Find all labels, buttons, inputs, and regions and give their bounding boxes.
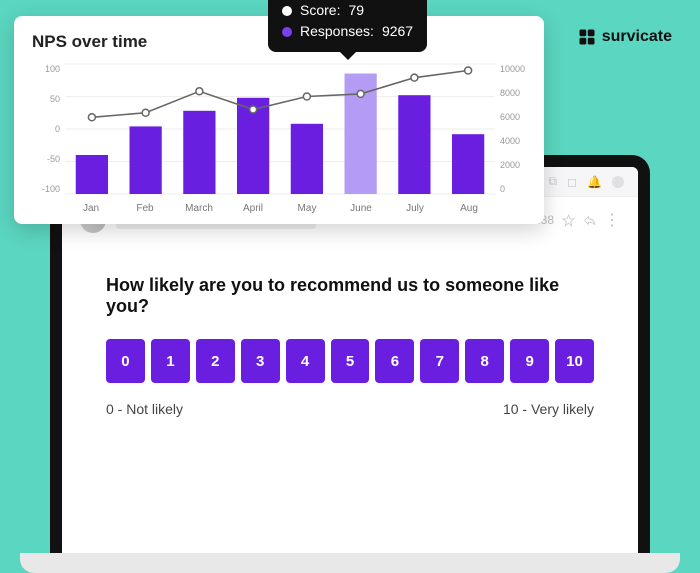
nps-scale: 012345678910 bbox=[106, 339, 594, 383]
line-point[interactable] bbox=[196, 88, 203, 95]
nps-option-5[interactable]: 5 bbox=[331, 339, 370, 383]
line-point[interactable] bbox=[303, 93, 310, 100]
nps-option-7[interactable]: 7 bbox=[420, 339, 459, 383]
y-left-tick: 0 bbox=[34, 124, 60, 134]
score-dot-icon bbox=[282, 6, 292, 16]
chart-tooltip: Score: 79 Responses: 9267 bbox=[268, 0, 427, 52]
tooltip-responses-label: Responses: bbox=[300, 21, 374, 42]
x-tick: July bbox=[388, 203, 442, 214]
tooltip-score-value: 79 bbox=[348, 0, 364, 21]
y-left-tick: -100 bbox=[34, 184, 60, 194]
y-left-tick: 100 bbox=[34, 64, 60, 74]
toolbar-icon: ◻ bbox=[567, 175, 577, 189]
responses-dot-icon bbox=[282, 27, 292, 37]
bar[interactable] bbox=[130, 126, 162, 194]
anchor-high: 10 - Very likely bbox=[503, 401, 594, 417]
nps-option-4[interactable]: 4 bbox=[286, 339, 325, 383]
line-point[interactable] bbox=[142, 109, 149, 116]
tooltip-responses-value: 9267 bbox=[382, 21, 413, 42]
line-point[interactable] bbox=[88, 114, 95, 121]
brand-logo: survicate bbox=[578, 28, 672, 46]
line-point[interactable] bbox=[465, 67, 472, 74]
reply-icon[interactable] bbox=[583, 214, 596, 227]
bar[interactable] bbox=[452, 134, 484, 194]
x-tick: Jan bbox=[64, 203, 118, 214]
nps-option-9[interactable]: 9 bbox=[510, 339, 549, 383]
chart-area: 100500-50-100 1000080006000400020000 Jan… bbox=[64, 64, 496, 214]
x-tick: April bbox=[226, 203, 280, 214]
x-tick: June bbox=[334, 203, 388, 214]
nps-option-6[interactable]: 6 bbox=[375, 339, 414, 383]
survicate-logo-icon bbox=[578, 28, 596, 46]
y-left-tick: -50 bbox=[34, 154, 60, 164]
nps-survey: How likely are you to recommend us to so… bbox=[62, 239, 638, 417]
nps-option-3[interactable]: 3 bbox=[241, 339, 280, 383]
x-tick: Aug bbox=[442, 203, 496, 214]
line-point[interactable] bbox=[250, 106, 257, 113]
x-tick: March bbox=[172, 203, 226, 214]
x-tick: Feb bbox=[118, 203, 172, 214]
nps-option-1[interactable]: 1 bbox=[151, 339, 190, 383]
line-point[interactable] bbox=[357, 90, 364, 97]
line-point[interactable] bbox=[411, 74, 418, 81]
nps-option-0[interactable]: 0 bbox=[106, 339, 145, 383]
bar[interactable] bbox=[291, 124, 323, 194]
y-right-tick: 8000 bbox=[500, 88, 530, 98]
bar[interactable] bbox=[183, 111, 215, 194]
y-right-tick: 0 bbox=[500, 184, 530, 194]
bar[interactable] bbox=[76, 155, 108, 194]
nps-option-10[interactable]: 10 bbox=[555, 339, 594, 383]
nps-option-2[interactable]: 2 bbox=[196, 339, 235, 383]
bell-icon: 🔔 bbox=[587, 175, 602, 189]
y-right-tick: 4000 bbox=[500, 136, 530, 146]
y-right-tick: 6000 bbox=[500, 112, 530, 122]
anchor-low: 0 - Not likely bbox=[106, 401, 183, 417]
chart-svg bbox=[64, 64, 496, 214]
more-icon[interactable]: ⋮ bbox=[604, 210, 620, 230]
star-icon[interactable] bbox=[562, 214, 575, 227]
x-tick: May bbox=[280, 203, 334, 214]
laptop-base bbox=[20, 553, 680, 573]
survey-question: How likely are you to recommend us to so… bbox=[106, 275, 594, 317]
brand-name: survicate bbox=[602, 28, 672, 46]
account-avatar-icon bbox=[612, 176, 624, 188]
y-left-tick: 50 bbox=[34, 94, 60, 104]
nps-option-8[interactable]: 8 bbox=[465, 339, 504, 383]
bar[interactable] bbox=[398, 95, 430, 194]
toolbar-icon: ⧉ bbox=[549, 174, 558, 189]
y-right-tick: 2000 bbox=[500, 160, 530, 170]
y-right-tick: 10000 bbox=[500, 64, 530, 74]
tooltip-score-label: Score: bbox=[300, 0, 340, 21]
